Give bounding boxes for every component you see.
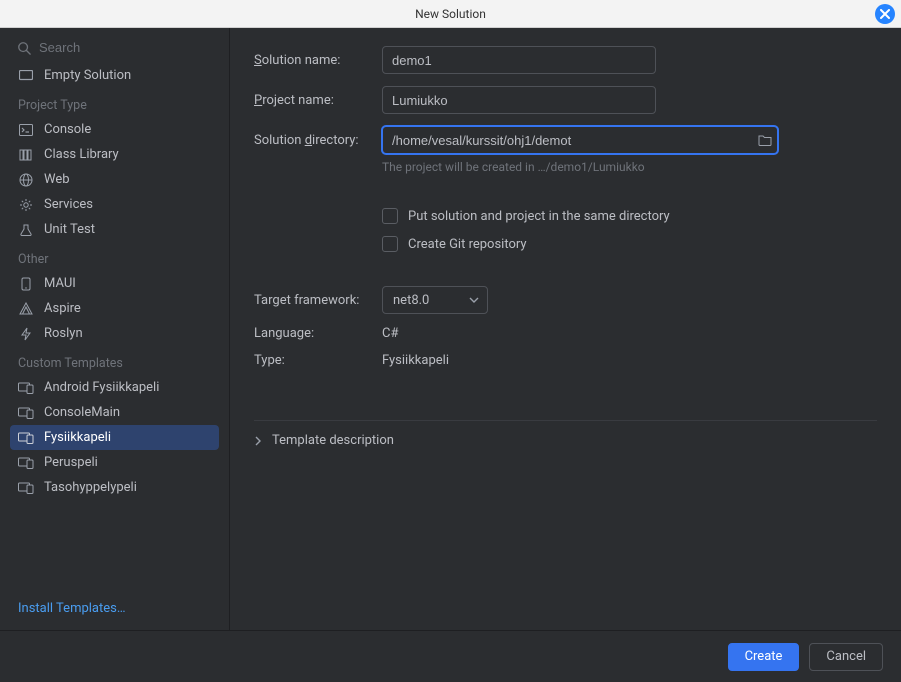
- browse-folder-button[interactable]: [758, 134, 772, 146]
- type-label: Type:: [254, 353, 372, 368]
- create-git-checkbox[interactable]: [382, 236, 398, 252]
- sidebar-item-label: Console: [44, 122, 91, 137]
- target-framework-value: net8.0: [393, 293, 429, 308]
- device-icon: [18, 482, 34, 494]
- solution-directory-label: Solution directory:: [254, 133, 372, 148]
- chevron-right-icon: [254, 436, 262, 446]
- rectangle-icon: [18, 70, 34, 82]
- project-name-label: Project name:: [254, 93, 372, 108]
- section-project-type: Project Type: [10, 88, 219, 117]
- sidebar-item-empty-solution[interactable]: Empty Solution: [10, 63, 219, 88]
- sidebar-item-roslyn[interactable]: Roslyn: [10, 321, 219, 346]
- sidebar-item-aspire[interactable]: Aspire: [10, 296, 219, 321]
- sidebar-item-label: Web: [44, 172, 70, 187]
- sidebar: Empty Solution Project Type Console Clas…: [0, 28, 230, 630]
- sidebar-item-label: Peruspeli: [44, 455, 98, 470]
- sidebar-item-label: Android Fysiikkapeli: [44, 380, 159, 395]
- sidebar-item-class-library[interactable]: Class Library: [10, 142, 219, 167]
- search-icon: [17, 41, 31, 55]
- books-icon: [18, 148, 34, 162]
- window-title: New Solution: [415, 7, 486, 21]
- creation-path-hint: The project will be created in …/demo1/L…: [382, 160, 877, 174]
- main-panel: Solution name: Project name: Solution di…: [230, 28, 901, 630]
- template-description-expander[interactable]: Template description: [254, 420, 877, 448]
- sidebar-item-android-fysiikkapeli[interactable]: Android Fysiikkapeli: [10, 375, 219, 400]
- sidebar-item-maui[interactable]: MAUI: [10, 271, 219, 296]
- sidebar-item-label: Unit Test: [44, 222, 95, 237]
- sidebar-item-peruspeli[interactable]: Peruspeli: [10, 450, 219, 475]
- device-icon: [18, 432, 34, 444]
- sidebar-item-label: Roslyn: [44, 326, 83, 341]
- same-directory-label: Put solution and project in the same dir…: [408, 209, 670, 224]
- sidebar-item-unit-test[interactable]: Unit Test: [10, 217, 219, 242]
- target-framework-label: Target framework:: [254, 293, 372, 308]
- footer: Create Cancel: [0, 630, 901, 682]
- create-git-label: Create Git repository: [408, 237, 527, 252]
- close-button[interactable]: [875, 4, 895, 24]
- sidebar-item-label: Aspire: [44, 301, 81, 316]
- template-description-label: Template description: [272, 433, 394, 448]
- search-input[interactable]: [39, 40, 217, 55]
- sidebar-item-web[interactable]: Web: [10, 167, 219, 192]
- aspire-icon: [18, 302, 34, 316]
- sidebar-item-label: ConsoleMain: [44, 405, 120, 420]
- type-value: Fysiikkapeli: [382, 353, 449, 368]
- globe-icon: [18, 173, 34, 187]
- sidebar-item-console[interactable]: Console: [10, 117, 219, 142]
- device-icon: [18, 382, 34, 394]
- device-icon: [18, 407, 34, 419]
- gear-icon: [18, 198, 34, 212]
- same-directory-checkbox[interactable]: [382, 208, 398, 224]
- sidebar-item-label: Empty Solution: [44, 68, 131, 83]
- language-value: C#: [382, 326, 398, 341]
- language-label: Language:: [254, 326, 372, 341]
- terminal-icon: [18, 124, 34, 136]
- solution-name-label: Solution name:: [254, 53, 372, 68]
- sidebar-item-label: MAUI: [44, 276, 76, 291]
- phone-icon: [18, 277, 34, 291]
- cancel-button[interactable]: Cancel: [809, 643, 883, 671]
- sidebar-item-label: Services: [44, 197, 93, 212]
- section-other: Other: [10, 242, 219, 271]
- create-button[interactable]: Create: [728, 643, 800, 671]
- title-bar: New Solution: [0, 0, 901, 28]
- solution-directory-input[interactable]: [382, 126, 778, 154]
- sidebar-item-services[interactable]: Services: [10, 192, 219, 217]
- chevron-down-icon: [469, 297, 479, 303]
- device-icon: [18, 457, 34, 469]
- sidebar-item-label: Tasohyppelypeli: [44, 480, 137, 495]
- solution-name-input[interactable]: [382, 46, 656, 74]
- sidebar-item-label: Fysiikkapeli: [44, 430, 111, 445]
- section-custom-templates: Custom Templates: [10, 346, 219, 375]
- sidebar-item-tasohyppelypeli[interactable]: Tasohyppelypeli: [10, 475, 219, 500]
- sidebar-item-fysiikkapeli[interactable]: Fysiikkapeli: [10, 425, 219, 450]
- project-name-input[interactable]: [382, 86, 656, 114]
- target-framework-select[interactable]: net8.0: [382, 286, 488, 314]
- bolt-icon: [18, 327, 34, 341]
- install-templates-link[interactable]: Install Templates…: [0, 591, 229, 630]
- sidebar-item-label: Class Library: [44, 147, 119, 162]
- sidebar-item-consolemain[interactable]: ConsoleMain: [10, 400, 219, 425]
- test-icon: [18, 223, 34, 237]
